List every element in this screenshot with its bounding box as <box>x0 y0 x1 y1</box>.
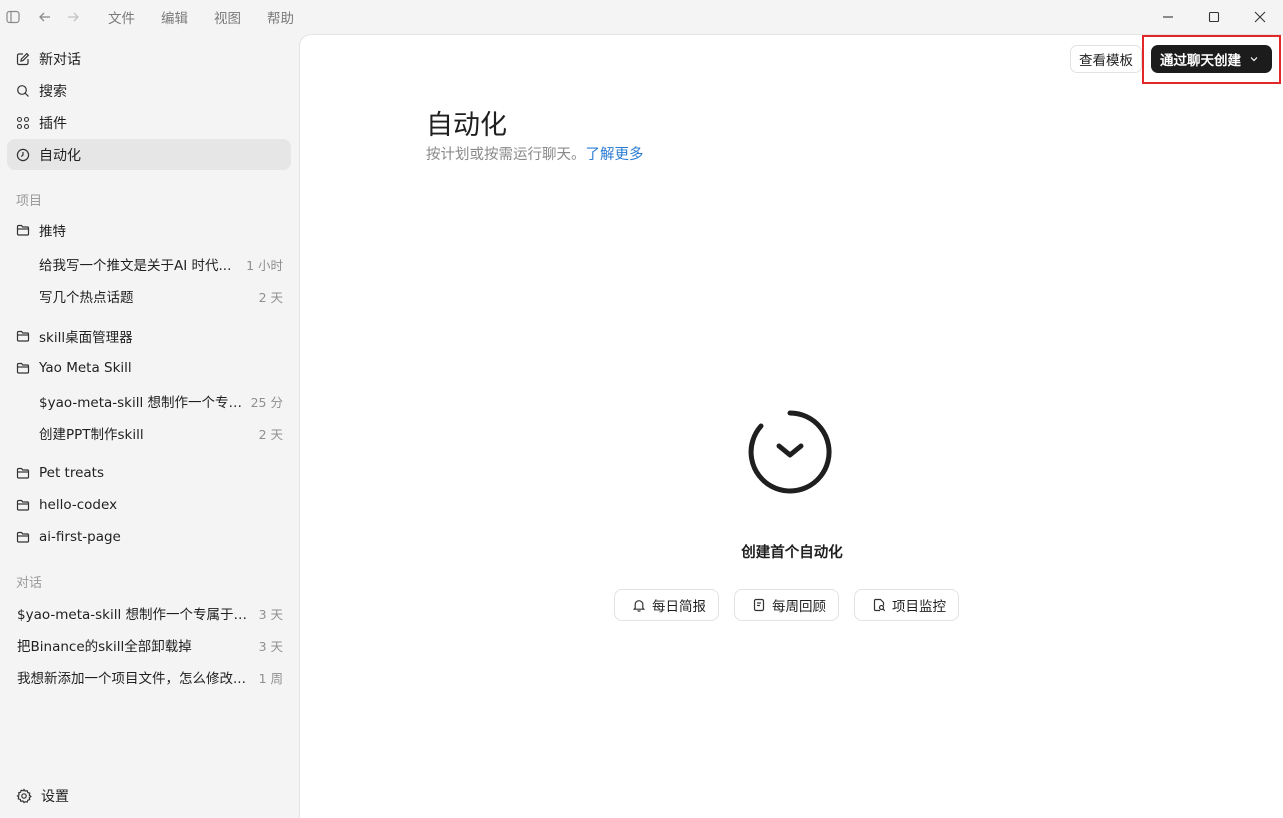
nav-label: 新对话 <box>39 51 81 68</box>
chat-time: 3 天 <box>258 606 283 622</box>
bell-icon <box>632 598 646 612</box>
nav-label: 搜索 <box>39 83 67 100</box>
chip-label: 项目监控 <box>892 599 946 615</box>
settings-button[interactable]: 设置 <box>7 780 69 812</box>
settings-label: 设置 <box>41 789 69 805</box>
main-panel: 查看模板 通过聊天创建 自动化 按计划或按需运行聊天。了解更多 创建首个自动化 … <box>299 34 1283 818</box>
maximize-button[interactable] <box>1191 0 1237 34</box>
project-name: Pet treats <box>39 465 105 481</box>
chip-label: 每周回顾 <box>772 599 826 615</box>
chats-section-label: 对话 <box>16 576 43 591</box>
learn-more-link[interactable]: 了解更多 <box>586 147 644 163</box>
project-name: Yao Meta Skill <box>39 360 132 376</box>
project-folder[interactable]: hello-codex <box>7 490 291 520</box>
subtitle-text: 按计划或按需运行聊天。 <box>426 147 586 163</box>
search-icon <box>16 84 30 98</box>
daily-briefing-chip[interactable]: 每日简报 <box>614 589 719 621</box>
project-name: skill桌面管理器 <box>39 330 133 346</box>
thread-title: 给我写一个推文是关于AI 时代... <box>39 258 232 274</box>
chat-item[interactable]: 我想新添加一个项目文件，怎么修改... 1 周 <box>7 662 291 692</box>
menu-file[interactable]: 文件 <box>95 7 148 27</box>
chip-label: 每日简报 <box>652 599 706 615</box>
empty-state-title: 创建首个自动化 <box>741 545 843 561</box>
gear-icon <box>16 788 32 804</box>
sidebar-toggle-icon[interactable] <box>0 0 26 34</box>
edit-icon <box>16 52 30 66</box>
project-name: hello-codex <box>39 497 118 513</box>
projects-section-label: 项目 <box>16 194 43 209</box>
create-via-chat-button[interactable]: 通过聊天创建 <box>1151 45 1272 73</box>
menu-view[interactable]: 视图 <box>201 7 254 27</box>
thread-item[interactable]: 给我写一个推文是关于AI 时代... 1 小时 <box>7 249 291 279</box>
thread-time: 2 天 <box>258 426 283 442</box>
folder-icon <box>16 329 30 343</box>
project-name: 推特 <box>39 224 66 240</box>
project-folder[interactable]: skill桌面管理器 <box>7 321 291 351</box>
menu-edit[interactable]: 编辑 <box>148 7 201 27</box>
thread-time: 2 天 <box>258 289 283 305</box>
folder-icon <box>16 530 30 544</box>
thread-item[interactable]: $yao-meta-skill 想制作一个专属... 25 分 <box>7 386 291 416</box>
nav-new-chat[interactable]: 新对话 <box>7 43 291 74</box>
project-folder[interactable]: Pet treats <box>7 458 291 488</box>
back-arrow-icon[interactable] <box>32 0 58 34</box>
thread-title: $yao-meta-skill 想制作一个专属... <box>39 395 245 411</box>
file-search-icon <box>872 598 886 612</box>
project-monitor-chip[interactable]: 项目监控 <box>854 589 959 621</box>
chat-time: 1 周 <box>258 670 283 686</box>
chat-title: 我想新添加一个项目文件，怎么修改... <box>17 671 246 687</box>
thread-item[interactable]: 写几个热点话题 2 天 <box>7 281 291 311</box>
nav-automation[interactable]: 自动化 <box>7 139 291 170</box>
view-templates-button[interactable]: 查看模板 <box>1070 45 1142 73</box>
thread-title: 写几个热点话题 <box>39 290 134 306</box>
nav-plugins[interactable]: 插件 <box>7 107 291 138</box>
nav-label: 自动化 <box>39 147 81 164</box>
folder-icon <box>16 498 30 512</box>
clock-icon <box>16 148 30 162</box>
nav-search[interactable]: 搜索 <box>7 75 291 106</box>
chat-title: $yao-meta-skill 想制作一个专属于我... <box>17 607 253 623</box>
close-button[interactable] <box>1237 0 1283 34</box>
menu-help[interactable]: 帮助 <box>254 7 307 27</box>
chat-item[interactable]: $yao-meta-skill 想制作一个专属于我... 3 天 <box>7 598 291 628</box>
clock-check-icon <box>748 410 832 494</box>
grid-icon <box>16 116 30 130</box>
project-folder[interactable]: 推特 <box>7 215 291 245</box>
thread-time: 1 小时 <box>246 257 283 273</box>
sidebar: 新对话 搜索 插件 自动化 项目 推特 给我写一个推文是关于AI 时代... 1… <box>0 34 298 818</box>
folder-icon <box>16 361 30 375</box>
chat-title: 把Binance的skill全部卸载掉 <box>17 639 192 655</box>
thread-time: 25 分 <box>250 394 283 410</box>
folder-icon <box>16 466 30 480</box>
chevron-down-icon <box>1249 54 1259 64</box>
thread-item[interactable]: 创建PPT制作skill 2 天 <box>7 418 291 448</box>
minimize-button[interactable] <box>1145 0 1191 34</box>
title-bar: 文件 编辑 视图 帮助 <box>0 0 1283 34</box>
project-name: ai-first-page <box>39 529 121 545</box>
create-via-chat-label: 通过聊天创建 <box>1160 53 1241 69</box>
project-folder[interactable]: Yao Meta Skill <box>7 353 291 383</box>
document-icon <box>752 598 766 612</box>
chat-item[interactable]: 把Binance的skill全部卸载掉 3 天 <box>7 630 291 660</box>
thread-title: 创建PPT制作skill <box>39 427 144 443</box>
page-subtitle: 按计划或按需运行聊天。了解更多 <box>426 143 644 164</box>
page-title: 自动化 <box>426 110 507 141</box>
weekly-review-chip[interactable]: 每周回顾 <box>734 589 839 621</box>
project-folder[interactable]: ai-first-page <box>7 522 291 552</box>
forward-arrow-icon[interactable] <box>60 0 86 34</box>
folder-icon <box>16 223 30 237</box>
nav-label: 插件 <box>39 115 67 132</box>
chat-time: 3 天 <box>258 638 283 654</box>
